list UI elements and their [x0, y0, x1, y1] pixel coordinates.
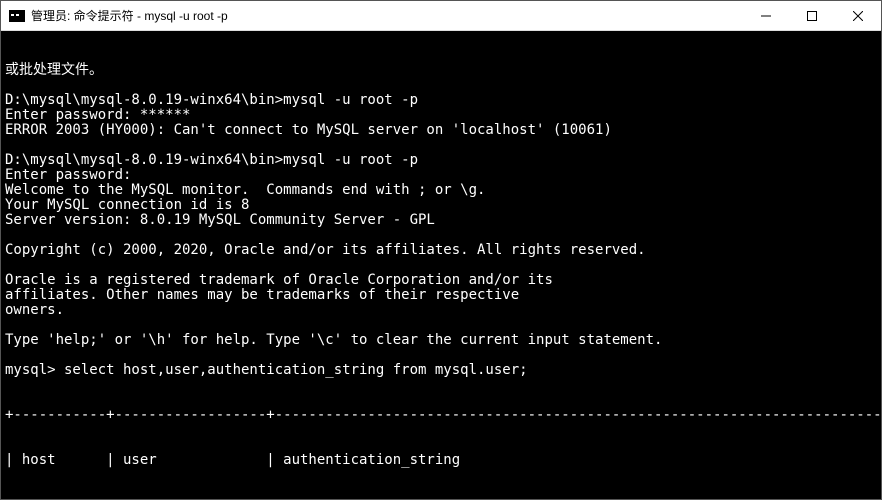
terminal-area[interactable]: 或批处理文件。 D:\mysql\mysql-8.0.19-winx64\bin… — [1, 31, 881, 499]
terminal-line: Type 'help;' or '\h' for help. Type '\c'… — [5, 333, 877, 348]
table-border-mid: +-----------+------------------+--------… — [5, 498, 877, 499]
terminal-line: Server version: 8.0.19 MySQL Community S… — [5, 213, 877, 228]
close-button[interactable] — [835, 1, 881, 30]
terminal-line: mysql> select host,user,authentication_s… — [5, 363, 877, 378]
terminal-output: 或批处理文件。 D:\mysql\mysql-8.0.19-winx64\bin… — [5, 63, 877, 378]
cmd-icon — [9, 10, 25, 22]
table-header: | host | user | authentication_string | — [5, 453, 877, 468]
terminal-line: Your MySQL connection id is 8 — [5, 198, 877, 213]
terminal-line — [5, 228, 877, 243]
close-icon — [853, 11, 863, 21]
command-prompt-window: 管理员: 命令提示符 - mysql -u root -p 或批处理文件。 D:… — [0, 0, 882, 500]
terminal-line: Enter password: ****** — [5, 108, 877, 123]
maximize-button[interactable] — [789, 1, 835, 30]
window-title: 管理员: 命令提示符 - mysql -u root -p — [31, 7, 743, 24]
terminal-line: Oracle is a registered trademark of Orac… — [5, 273, 877, 288]
terminal-line: D:\mysql\mysql-8.0.19-winx64\bin>mysql -… — [5, 153, 877, 168]
terminal-line: ERROR 2003 (HY000): Can't connect to MyS… — [5, 123, 877, 138]
terminal-line: 或批处理文件。 — [5, 63, 877, 78]
terminal-line — [5, 318, 877, 333]
maximize-icon — [807, 11, 817, 21]
terminal-line: owners. — [5, 303, 877, 318]
table-border-top: +-----------+------------------+--------… — [5, 408, 877, 423]
terminal-line: D:\mysql\mysql-8.0.19-winx64\bin>mysql -… — [5, 93, 877, 108]
terminal-line: Welcome to the MySQL monitor. Commands e… — [5, 183, 877, 198]
terminal-line: Copyright (c) 2000, 2020, Oracle and/or … — [5, 243, 877, 258]
window-controls — [743, 1, 881, 30]
terminal-line: affiliates. Other names may be trademark… — [5, 288, 877, 303]
terminal-line — [5, 348, 877, 363]
minimize-icon — [761, 11, 771, 21]
terminal-line: Enter password: — [5, 168, 877, 183]
terminal-line — [5, 138, 877, 153]
titlebar[interactable]: 管理员: 命令提示符 - mysql -u root -p — [1, 1, 881, 31]
terminal-line — [5, 78, 877, 93]
terminal-line — [5, 258, 877, 273]
minimize-button[interactable] — [743, 1, 789, 30]
